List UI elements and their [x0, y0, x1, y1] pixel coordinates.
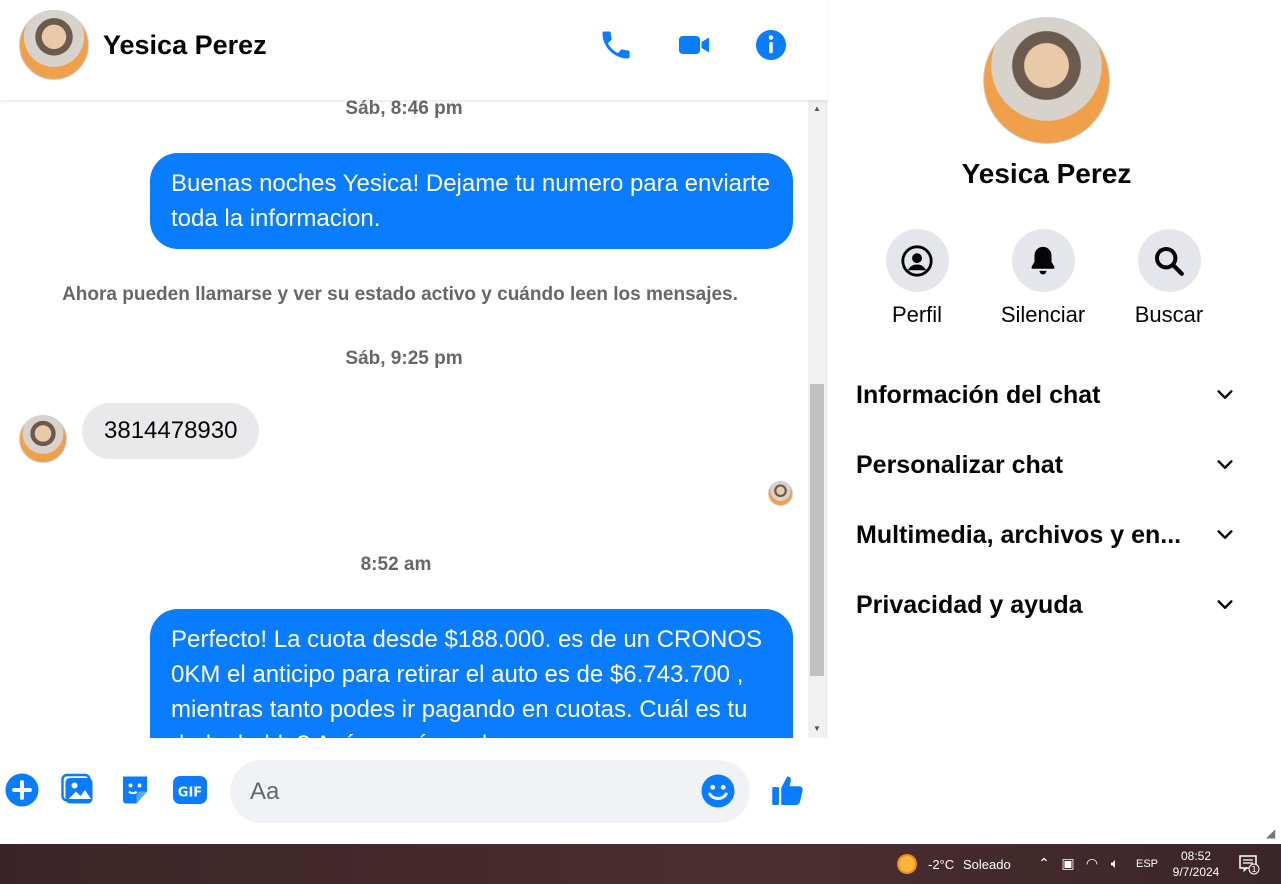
volume-icon[interactable]: 🔈︎ — [1106, 855, 1124, 873]
search-label: Buscar — [1134, 302, 1204, 327]
windows-taskbar: -2°C Soleado ⌃ ▣ ◠ 🔈︎ ESP 08:52 9/7/2024… — [0, 844, 1281, 884]
profile-name: Yesica Perez — [961, 158, 1132, 189]
system-notice: Ahora pueden llamarse y ver su estado ac… — [62, 284, 738, 305]
section-title: Personalizar chat — [856, 450, 1064, 479]
profile-icon — [901, 244, 933, 277]
info-icon[interactable] — [752, 26, 790, 64]
gif-icon[interactable]: GIF — [172, 772, 208, 808]
section-title: Información del chat — [856, 380, 1101, 409]
mute-button[interactable]: Silenciar — [993, 229, 1093, 328]
video-call-icon[interactable] — [675, 26, 713, 64]
search-button[interactable]: Buscar — [1119, 229, 1219, 328]
sender-avatar[interactable] — [19, 415, 67, 463]
contact-avatar[interactable] — [19, 10, 89, 80]
clock-time: 08:52 — [1180, 849, 1212, 863]
profile-avatar[interactable] — [983, 17, 1110, 144]
incoming-message[interactable]: 3814478930 — [82, 403, 260, 459]
conversation-info-panel: Yesica Perez Perfil Silenciar Buscar Inf… — [828, 0, 1281, 844]
message-input-container[interactable] — [230, 760, 750, 823]
sun-icon[interactable] — [897, 854, 917, 874]
chevron-down-icon — [1217, 530, 1233, 539]
chevron-up-icon[interactable]: ⌃ — [1035, 855, 1053, 873]
section-chat-info[interactable]: Información del chat — [856, 375, 1236, 415]
emoji-icon[interactable] — [700, 773, 736, 809]
language-indicator[interactable]: ESP — [1136, 858, 1158, 870]
wifi-icon[interactable]: ◠ — [1083, 855, 1101, 873]
chat-pane: Yesica Perez Sáb, 8:46 pm Buenas noches … — [0, 0, 827, 844]
profile-button[interactable]: Perfil — [867, 229, 967, 328]
read-receipt-avatar — [768, 481, 793, 506]
message-timestamp: 8:52 am — [360, 554, 432, 575]
bell-icon — [1031, 246, 1055, 274]
search-icon — [1154, 246, 1184, 276]
mute-label: Silenciar — [1000, 302, 1086, 327]
sticker-icon[interactable] — [117, 772, 153, 808]
contact-name[interactable]: Yesica Perez — [103, 30, 267, 61]
section-media-files[interactable]: Multimedia, archivos y en... — [856, 515, 1236, 555]
outgoing-message[interactable]: Buenas noches Yesica! Dejame tu numero p… — [150, 153, 793, 249]
message-scrollbar[interactable]: ▲ ▼ — [808, 100, 826, 738]
chevron-down-icon — [1217, 460, 1233, 469]
chevron-down-icon — [1217, 390, 1233, 399]
scroll-down-arrow[interactable]: ▼ — [808, 722, 826, 736]
chat-header: Yesica Perez — [0, 0, 827, 100]
resize-grip-icon[interactable]: ◢ — [1266, 826, 1275, 840]
meet-icon[interactable]: ▣ — [1059, 855, 1077, 873]
outgoing-message[interactable]: Perfecto! La cuota desde $188.000. es de… — [150, 609, 793, 738]
phone-icon[interactable] — [597, 26, 635, 64]
scroll-up-arrow[interactable]: ▲ — [808, 102, 826, 116]
clock-date: 9/7/2024 — [1172, 865, 1220, 879]
scroll-thumb[interactable] — [810, 384, 824, 676]
message-list[interactable]: Sáb, 8:46 pm Buenas noches Yesica! Dejam… — [0, 100, 808, 738]
notification-center-icon[interactable]: 1 — [1238, 853, 1260, 875]
section-privacy-help[interactable]: Privacidad y ayuda — [856, 585, 1236, 625]
message-composer: GIF — [0, 738, 827, 844]
profile-label: Perfil — [891, 302, 943, 327]
system-clock[interactable]: 08:52 9/7/2024 — [1164, 848, 1228, 880]
messenger-window: Yesica Perez Sáb, 8:46 pm Buenas noches … — [0, 0, 1281, 844]
gif-label: GIF — [178, 786, 202, 801]
notification-count: 1 — [1251, 865, 1256, 874]
section-title: Privacidad y ayuda — [856, 590, 1083, 619]
message-input[interactable] — [250, 770, 690, 814]
section-title: Multimedia, archivos y en... — [856, 520, 1182, 549]
weather-temperature[interactable]: -2°C — [928, 857, 954, 872]
section-customize-chat[interactable]: Personalizar chat — [856, 445, 1236, 485]
message-timestamp: Sáb, 8:46 pm — [345, 100, 463, 119]
image-icon[interactable] — [61, 772, 97, 808]
like-icon[interactable] — [770, 772, 806, 808]
message-timestamp: Sáb, 9:25 pm — [345, 348, 463, 369]
weather-condition[interactable]: Soleado — [963, 857, 1011, 872]
add-icon[interactable] — [4, 772, 40, 808]
chevron-down-icon — [1217, 600, 1233, 609]
